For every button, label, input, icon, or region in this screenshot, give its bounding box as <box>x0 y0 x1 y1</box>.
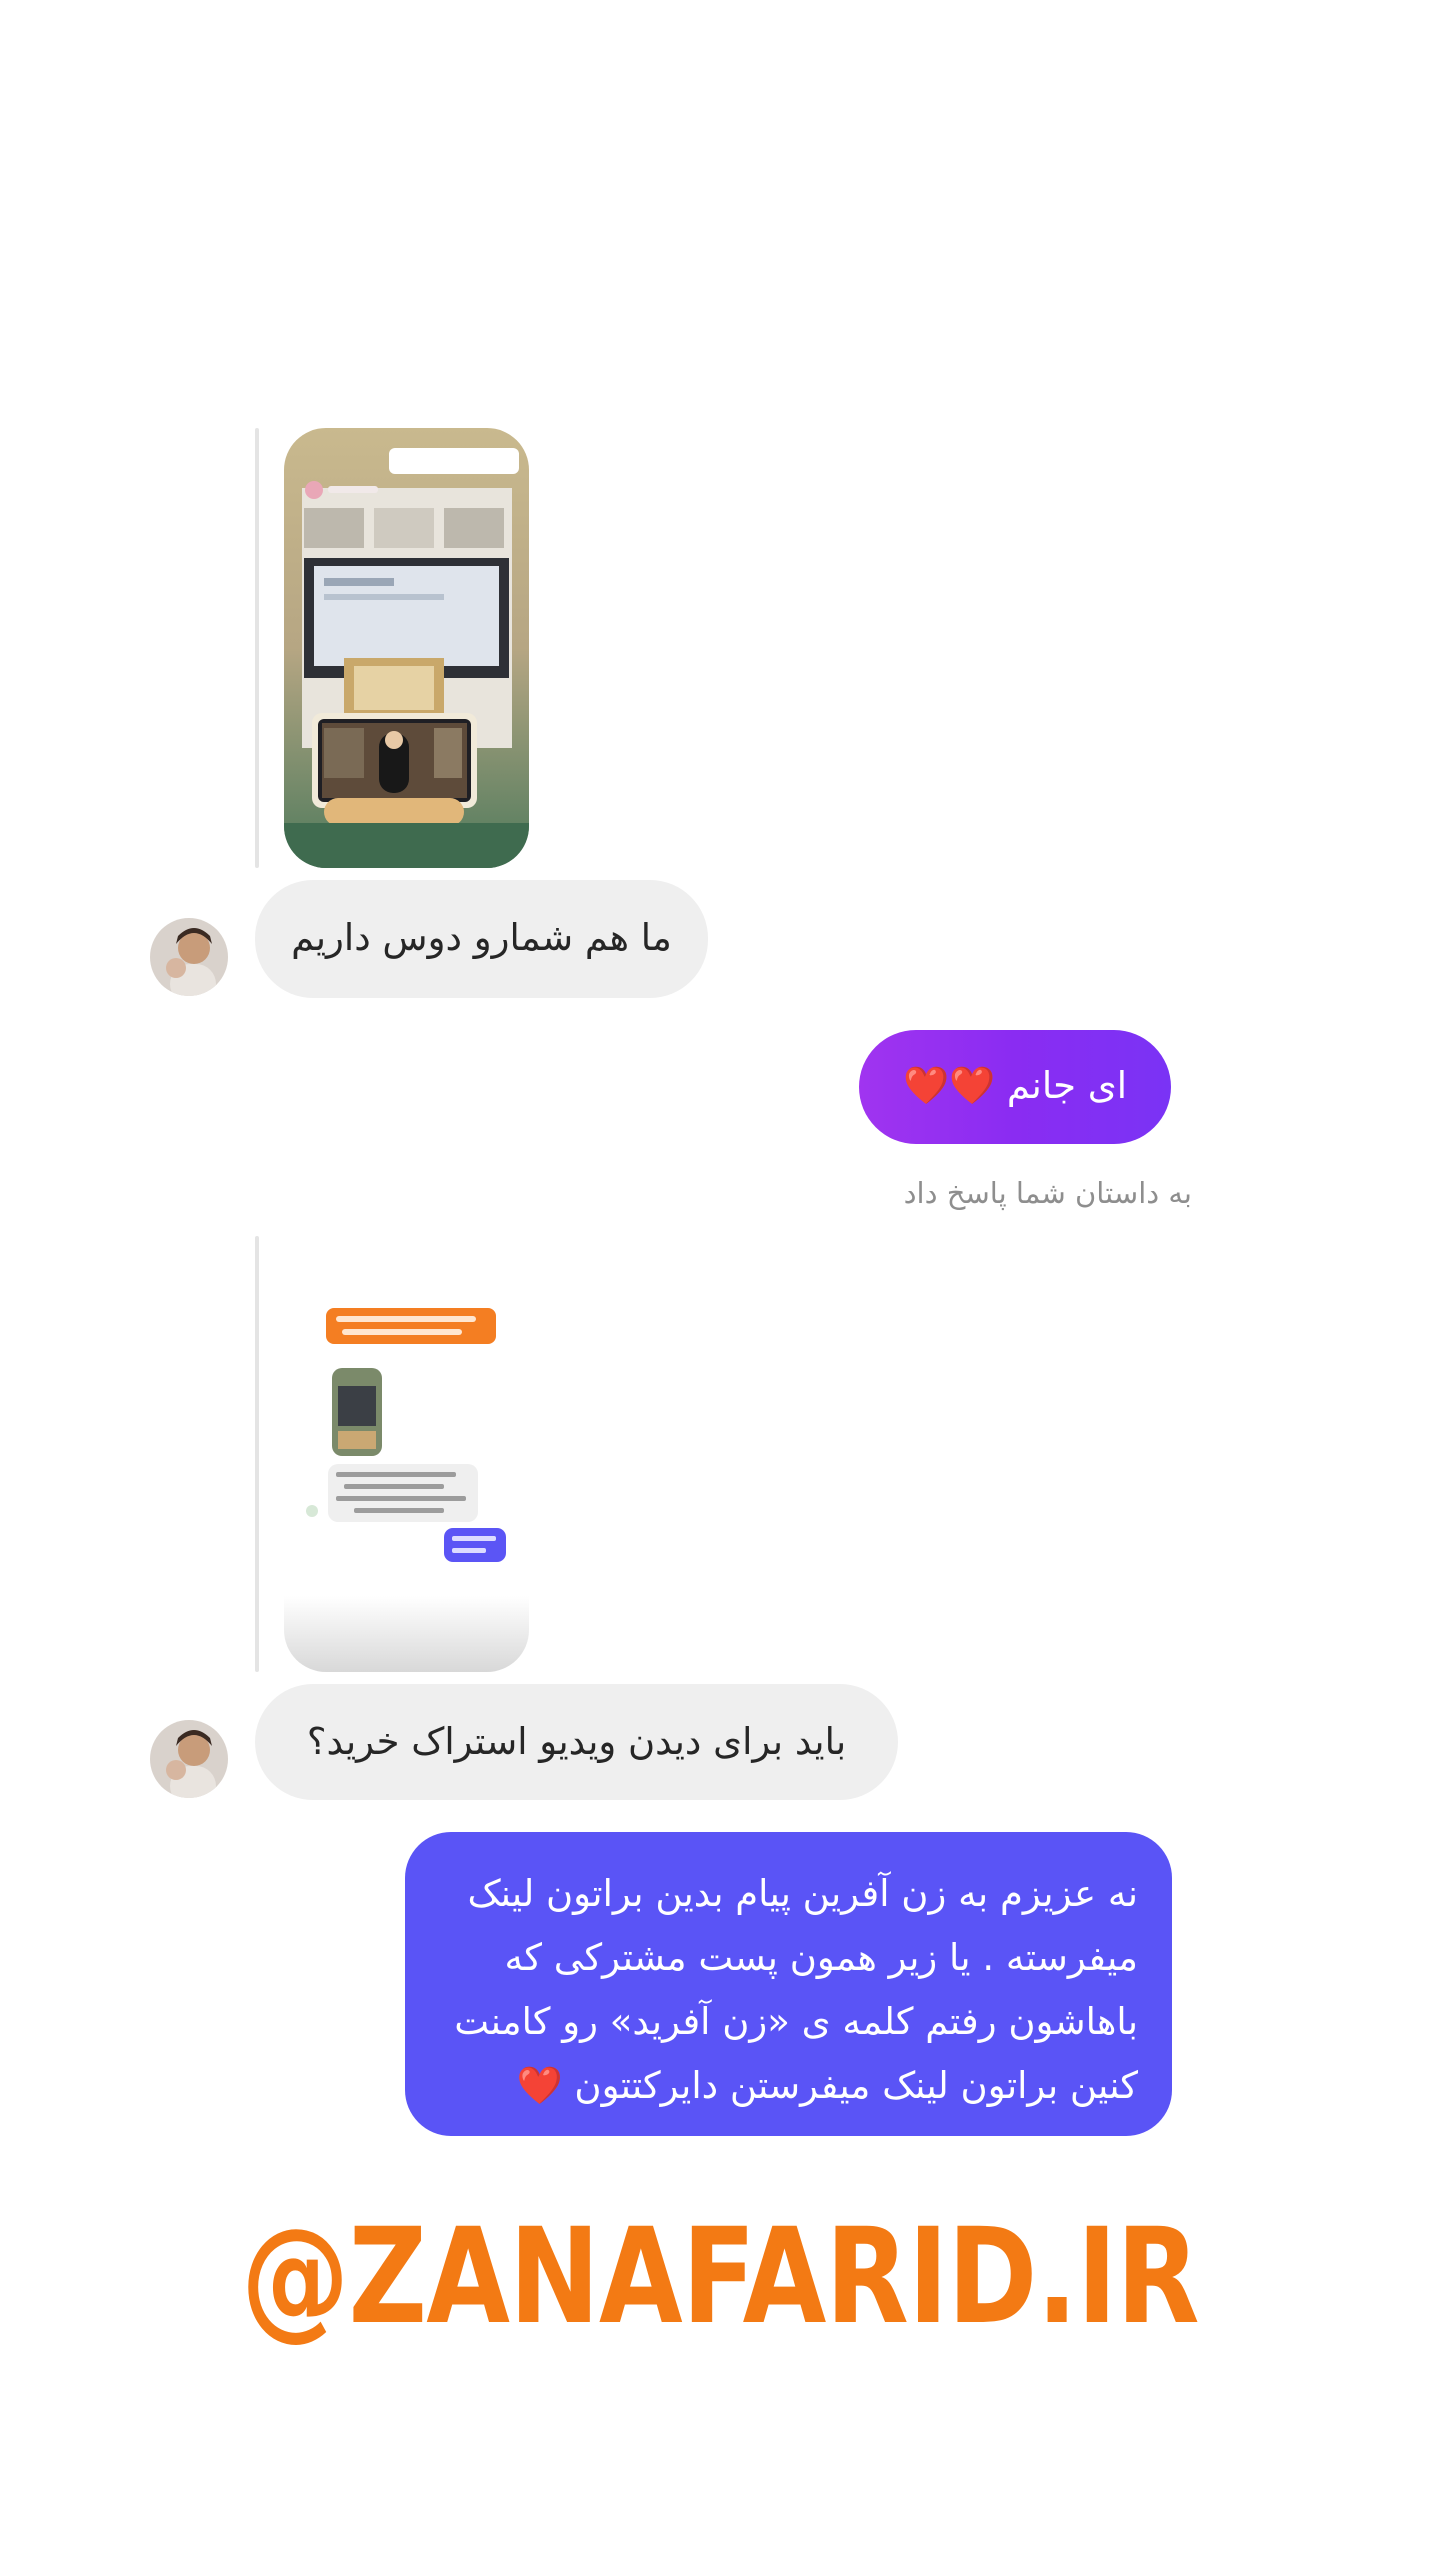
outgoing-message[interactable]: نه عزیزم به زن آفرین پیام بدین براتون لی… <box>405 1832 1172 2136</box>
incoming-message[interactable]: باید برای دیدن ویدیو استراک خرید؟ <box>255 1684 898 1800</box>
chat-screen: ما هم شمارو دوس داریم ای جانم ❤️❤️ به دا… <box>0 0 1440 2560</box>
avatar-image <box>150 1720 228 1798</box>
story-quote-line <box>255 428 259 868</box>
story-quote-line <box>255 1236 259 1672</box>
story-image-chat-screenshot <box>284 1236 529 1672</box>
avatar[interactable] <box>150 1720 228 1798</box>
story-reply-note: به داستان شما پاسخ داد <box>903 1176 1192 1210</box>
story-thumbnail[interactable] <box>284 1236 529 1672</box>
story-thumbnail[interactable] <box>284 428 529 868</box>
avatar-image <box>150 918 228 996</box>
avatar[interactable] <box>150 918 228 996</box>
brand-handle: @ZANAFARID.IR <box>241 2200 1200 2354</box>
incoming-message[interactable]: ما هم شمارو دوس داریم <box>255 880 708 998</box>
outgoing-message[interactable]: ای جانم ❤️❤️ <box>859 1030 1171 1144</box>
story-image-laptop <box>284 428 529 868</box>
